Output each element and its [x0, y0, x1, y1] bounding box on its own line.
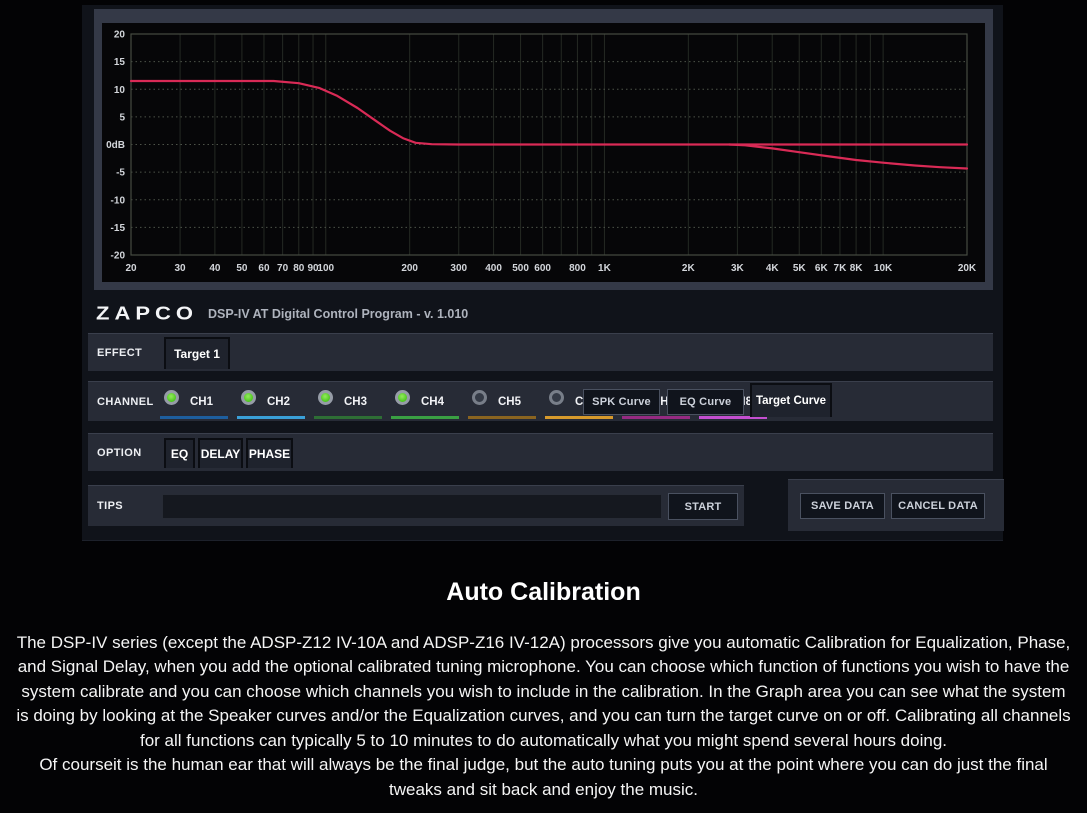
description-paragraph-1: The DSP-IV series (except the ADSP-Z12 I… [0, 631, 1087, 753]
ch3-color-bar [314, 416, 382, 419]
channel-row: CHANNEL CH1 CH2 CH3 CH4 CH5 CH6 [88, 381, 993, 421]
start-button[interactable]: START [668, 493, 738, 520]
svg-text:15: 15 [114, 57, 126, 68]
svg-text:3K: 3K [731, 263, 745, 274]
channel-ch5[interactable]: CH5 [468, 382, 540, 421]
svg-text:50: 50 [236, 263, 248, 274]
zapco-logo: ZAPCO [96, 303, 198, 324]
ch2-color-bar [237, 416, 305, 419]
svg-text:800: 800 [569, 263, 586, 274]
target1-button[interactable]: Target 1 [164, 337, 230, 369]
svg-text:10K: 10K [874, 263, 893, 274]
svg-text:300: 300 [450, 263, 467, 274]
ch4-color-bar [391, 416, 459, 419]
svg-text:0dB: 0dB [106, 140, 125, 151]
svg-text:400: 400 [485, 263, 502, 274]
svg-text:-5: -5 [116, 168, 125, 179]
ch4-led-icon [395, 390, 410, 405]
channel-row-label: CHANNEL [97, 396, 154, 408]
svg-text:2K: 2K [682, 263, 696, 274]
frequency-response-chart: 20151050dB-5-10-15-202030405060708090100… [102, 23, 985, 282]
svg-text:10: 10 [114, 85, 126, 96]
tips-row: TIPS START [88, 485, 744, 526]
svg-text:5: 5 [119, 112, 125, 123]
svg-text:-20: -20 [111, 251, 126, 262]
svg-text:20: 20 [114, 30, 126, 41]
eq-curve-button[interactable]: EQ Curve [667, 389, 744, 415]
eq-option-button[interactable]: EQ [164, 438, 195, 468]
svg-text:20K: 20K [958, 263, 977, 274]
save-data-button[interactable]: SAVE DATA [800, 493, 885, 519]
svg-text:70: 70 [277, 263, 289, 274]
ch2-label: CH2 [267, 396, 290, 408]
option-row: OPTION EQ DELAY PHASE [88, 433, 993, 471]
ch5-color-bar [468, 416, 536, 419]
ch1-led-icon [164, 390, 179, 405]
svg-text:500: 500 [512, 263, 529, 274]
ch1-color-bar [160, 416, 228, 419]
tips-row-label: TIPS [97, 500, 123, 512]
svg-text:200: 200 [401, 263, 418, 274]
effect-row: EFFECT Target 1 [88, 333, 993, 371]
svg-text:20: 20 [125, 263, 137, 274]
svg-text:-10: -10 [111, 195, 126, 206]
cancel-data-button[interactable]: CANCEL DATA [891, 493, 985, 519]
ch6-color-bar [545, 416, 613, 419]
svg-text:600: 600 [534, 263, 551, 274]
dsp-control-panel: 20151050dB-5-10-15-202030405060708090100… [82, 5, 1003, 541]
svg-text:7K: 7K [834, 263, 848, 274]
svg-text:6K: 6K [815, 263, 829, 274]
ch1-label: CH1 [190, 396, 213, 408]
svg-text:100: 100 [317, 263, 334, 274]
tips-input[interactable] [162, 494, 662, 519]
svg-text:1K: 1K [598, 263, 612, 274]
ch6-led-icon [549, 390, 564, 405]
save-cancel-box: SAVE DATA CANCEL DATA [788, 479, 1004, 531]
svg-text:5K: 5K [793, 263, 807, 274]
ch4-label: CH4 [421, 396, 444, 408]
ch5-led-icon [472, 390, 487, 405]
chart-plot-area: 20151050dB-5-10-15-202030405060708090100… [102, 23, 985, 282]
ch7-color-bar [622, 416, 690, 419]
option-row-label: OPTION [97, 447, 142, 459]
ch2-led-icon [241, 390, 256, 405]
channel-ch3[interactable]: CH3 [314, 382, 386, 421]
spk-curve-button[interactable]: SPK Curve [583, 389, 660, 415]
channel-ch2[interactable]: CH2 [237, 382, 309, 421]
description-section: Auto Calibration The DSP-IV series (exce… [0, 578, 1087, 802]
effect-row-label: EFFECT [97, 347, 142, 359]
ch3-led-icon [318, 390, 333, 405]
svg-text:60: 60 [258, 263, 270, 274]
svg-text:-15: -15 [111, 223, 126, 234]
svg-text:80: 80 [293, 263, 305, 274]
svg-text:8K: 8K [850, 263, 864, 274]
svg-text:40: 40 [209, 263, 221, 274]
svg-text:4K: 4K [766, 263, 780, 274]
logo-bar: ZAPCO DSP-IV AT Digital Control Program … [96, 297, 468, 331]
channel-ch1[interactable]: CH1 [160, 382, 232, 421]
svg-text:30: 30 [175, 263, 187, 274]
ch5-label: CH5 [498, 396, 521, 408]
page-title: Auto Calibration [0, 578, 1087, 607]
target-curve-button[interactable]: Target Curve [750, 383, 832, 417]
chart-frame: 20151050dB-5-10-15-202030405060708090100… [94, 9, 993, 290]
ch3-label: CH3 [344, 396, 367, 408]
description-paragraph-2: Of courseit is the human ear that will a… [0, 753, 1087, 802]
channel-ch4[interactable]: CH4 [391, 382, 463, 421]
program-version-text: DSP-IV AT Digital Control Program - v. 1… [208, 307, 468, 321]
phase-option-button[interactable]: PHASE [246, 438, 293, 468]
delay-option-button[interactable]: DELAY [198, 438, 243, 468]
